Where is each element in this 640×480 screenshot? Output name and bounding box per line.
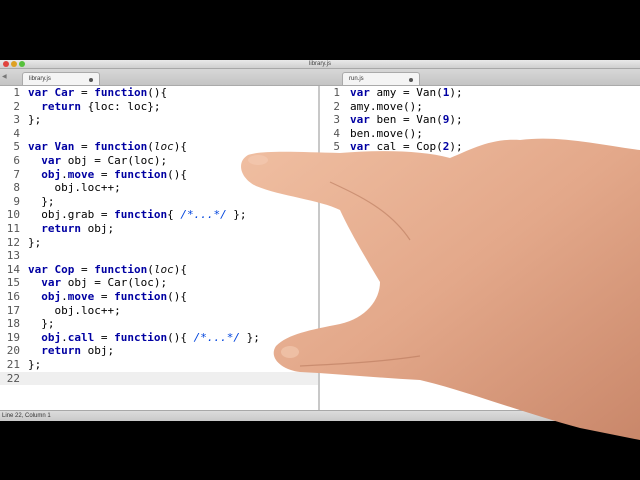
code-line: cal.move(); (350, 154, 423, 167)
line-number: 1 (13, 86, 20, 99)
line-number: 20 (6, 344, 20, 358)
line-number: 15 (6, 276, 20, 290)
line-number-gutter: 1234567 (320, 86, 340, 410)
tab-library-js[interactable]: library.js (22, 72, 100, 85)
code-line: }; (28, 235, 42, 249)
tab-run-js[interactable]: run.js (342, 72, 420, 85)
line-number: 13 (6, 249, 20, 263)
line-number: 4 (13, 126, 20, 140)
line-number: 2 (333, 99, 340, 113)
code-line: cal.call(); (350, 167, 423, 181)
line-number: 6 (333, 154, 340, 167)
line-number: 4 (333, 126, 340, 140)
code-line: ben.move(); (350, 126, 423, 140)
code-line: var obj = Car(loc); (41, 154, 168, 167)
line-number: 7 (13, 167, 20, 181)
line-number: 5 (333, 140, 340, 154)
window-title: library.js (309, 61, 331, 67)
line-number: 17 (6, 303, 20, 317)
line-number-gutter: 1 2 3 4 5 6 7 8 9 10 11 12 13 14 15 16 17 18 19 20 21 22 (0, 86, 20, 410)
line-number: 12 (6, 235, 20, 249)
tab-label: library.js (29, 76, 51, 82)
line-number: 16 (6, 290, 20, 303)
line-number: 7 (333, 167, 340, 181)
code-line: }; (28, 113, 42, 127)
editor-window: library.js ◀ library.js run.js 123456789… (0, 60, 640, 421)
current-line-highlight (0, 371, 318, 386)
code-line: var amy = Van(1); (350, 86, 463, 99)
line-number: 8 (13, 181, 20, 195)
code-line: return {loc: loc}; (41, 99, 161, 113)
code-line: return obj; (41, 344, 115, 358)
code-line: var cal = Cop(2); (350, 140, 463, 154)
code-line: obj.loc++; (28, 303, 121, 317)
editor-pane-library[interactable]: 1 2 3 4 5 6 7 8 9 10 11 12 13 14 15 16 17 18 19 20 21 22 var … (0, 86, 318, 410)
code-line: }; (28, 317, 55, 331)
code-line: obj.move = function(){ (41, 290, 187, 303)
line-number: 9 (13, 194, 20, 208)
line-number: 3 (13, 113, 20, 127)
line-number: 14 (6, 262, 20, 276)
line-number: 18 (6, 317, 20, 331)
unsaved-dot-icon[interactable] (89, 78, 93, 82)
code-line: return obj; (41, 222, 115, 235)
code-line: }; (28, 194, 55, 208)
code-line: amy.move(); (350, 99, 423, 113)
syntax-selector[interactable]: JavaScript (598, 411, 626, 421)
status-bar: Line 22, Column 1 Tab Size: 2 JavaScript (0, 410, 640, 421)
tab-bar: ◀ library.js run.js (0, 69, 640, 86)
code-line: obj.call = function(){ /*...*/ }; (41, 330, 260, 344)
code-line: var Van = function(loc){ (28, 140, 187, 154)
line-number: 10 (6, 208, 20, 222)
code-line: }; (28, 358, 42, 371)
line-number: 1 (333, 86, 340, 99)
code-line: obj.loc++; (28, 181, 121, 195)
line-number: 5 (13, 140, 20, 154)
line-number: 19 (6, 330, 20, 344)
cursor-position: Line 22, Column 1 (2, 413, 51, 419)
line-number: 11 (6, 222, 20, 235)
code-line: var obj = Car(loc); (41, 276, 168, 290)
title-bar: library.js (0, 60, 640, 69)
line-number: 6 (13, 154, 20, 167)
line-number: 21 (6, 358, 20, 371)
line-number: 2 (13, 99, 20, 113)
unsaved-dot-icon[interactable] (409, 78, 413, 82)
editor-pane-run[interactable]: 1234567 var amy = Van(1); amy.move(); va… (320, 86, 640, 410)
code-line: obj.move = function(){ (41, 167, 187, 181)
tab-scroll-left-icon[interactable]: ◀ (2, 73, 7, 80)
code-line: var Car = function(){ (28, 86, 168, 99)
line-number: 3 (333, 113, 340, 127)
line-number: 22 (6, 371, 20, 385)
tab-size-selector[interactable]: Tab Size: 2 (548, 411, 578, 421)
code-line: var Cop = function(loc){ (28, 262, 187, 276)
code-line: var ben = Van(9); (350, 113, 463, 127)
tab-label: run.js (349, 76, 364, 82)
code-line: obj.grab = function{ /*...*/ }; (28, 208, 247, 222)
